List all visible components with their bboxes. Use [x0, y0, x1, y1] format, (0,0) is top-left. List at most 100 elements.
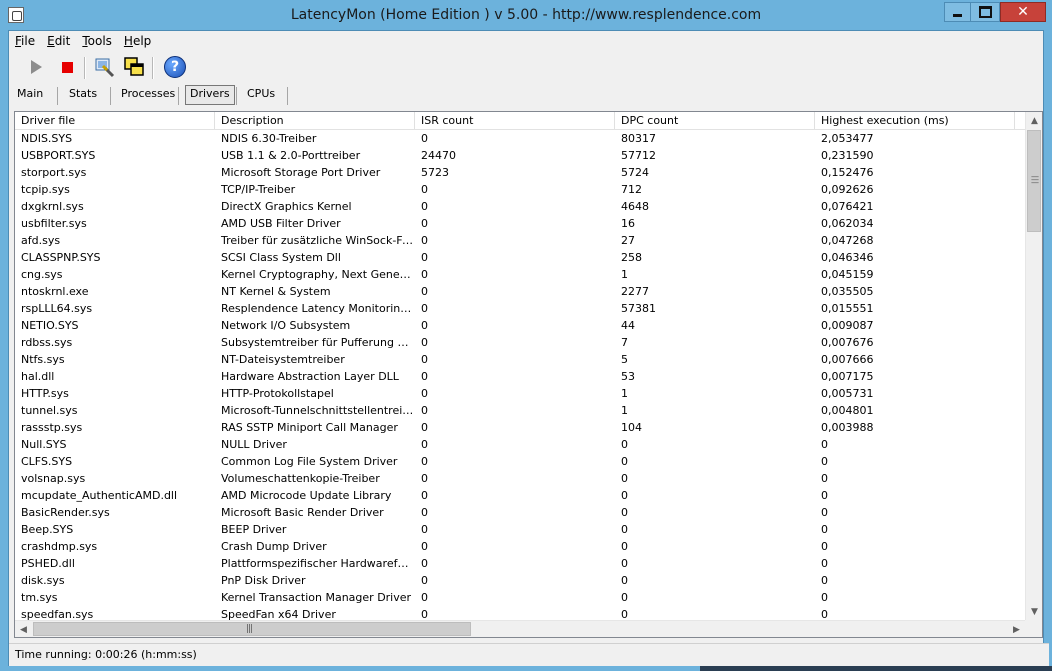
column-header-isr-count[interactable]: ISR count: [415, 112, 615, 129]
isr-count-cell: 0: [421, 234, 428, 247]
table-row[interactable]: NETIO.SYS Network I/O Subsystem 0 44 0,00908…: [15, 317, 1025, 334]
stop-button[interactable]: [55, 55, 79, 79]
scroll-down-icon[interactable]: ▼: [1026, 603, 1042, 620]
driver-file-cell: HTTP.sys: [21, 387, 69, 400]
table-row[interactable]: disk.sys PnP Disk Driver 0 0 0: [15, 572, 1025, 589]
table-row[interactable]: tunnel.sys Microsoft-Tunnelschnittstellen…: [15, 402, 1025, 419]
window-title: LatencyMon (Home Edition ) v 5.00 - http…: [290, 7, 762, 23]
dpc-count-cell: 5: [621, 353, 628, 366]
maximize-icon: [978, 6, 992, 18]
isr-count-cell: 0: [421, 319, 428, 332]
status-text: Time running: 0:00:26 (h:mm:ss): [15, 648, 197, 661]
table-row[interactable]: cng.sys Kernel Cryptography, Next Generat…: [15, 266, 1025, 283]
help-button[interactable]: ?: [163, 55, 187, 79]
tab-main[interactable]: Main: [13, 85, 47, 103]
isr-count-cell: 0: [421, 421, 428, 434]
menu-edit-label: dit: [54, 34, 71, 48]
tab-processes[interactable]: Processes: [117, 85, 179, 103]
menu-tools[interactable]: Tools: [76, 33, 118, 51]
description-cell: BEEP Driver: [221, 523, 287, 536]
windows-tool-button[interactable]: [122, 55, 146, 79]
table-row[interactable]: CLASSPNP.SYS SCSI Class System Dll 0 258 0,0…: [15, 249, 1025, 266]
table-row[interactable]: rspLLL64.sys Resplendence Latency Monitor…: [15, 300, 1025, 317]
table-row[interactable]: volsnap.sys Volumeschattenkopie-Treiber 0 0…: [15, 470, 1025, 487]
table-row[interactable]: afd.sys Treiber für zusätzliche WinSock-F…: [15, 232, 1025, 249]
driver-file-cell: CLFS.SYS: [21, 455, 73, 468]
table-row[interactable]: PSHED.dll Plattformspezifischer Hardwaref…: [15, 555, 1025, 572]
table-row[interactable]: Beep.SYS BEEP Driver 0 0 0: [15, 521, 1025, 538]
column-header-highest-execution[interactable]: Highest execution (ms): [815, 112, 1015, 129]
driver-tool-button[interactable]: [93, 55, 117, 79]
table-row[interactable]: crashdmp.sys Crash Dump Driver 0 0 0: [15, 538, 1025, 555]
table-row[interactable]: storport.sys Microsoft Storage Port Drive…: [15, 164, 1025, 181]
highest-execution-cell: 0: [821, 506, 828, 519]
table-row[interactable]: CLFS.SYS Common Log File System Driver 0 0 0: [15, 453, 1025, 470]
table-row[interactable]: Ntfs.sys NT-Dateisystemtreiber 0 5 0,007666: [15, 351, 1025, 368]
dpc-count-cell: 53: [621, 370, 635, 383]
scroll-left-icon[interactable]: ◀: [15, 621, 32, 637]
isr-count-cell: 0: [421, 506, 428, 519]
description-cell: NDIS 6.30-Treiber: [221, 132, 317, 145]
table-row[interactable]: tcpip.sys TCP/IP-Treiber 0 712 0,092626: [15, 181, 1025, 198]
menu-edit[interactable]: Edit: [41, 33, 76, 51]
minimize-button[interactable]: [944, 2, 971, 22]
table-row[interactable]: mcupdate_AuthenticAMD.dll AMD Microcode U…: [15, 487, 1025, 504]
tab-drivers[interactable]: Drivers: [185, 85, 235, 105]
tab-separator: [110, 87, 111, 105]
menu-help[interactable]: Help: [118, 33, 157, 51]
tab-stats[interactable]: Stats: [65, 85, 101, 103]
description-cell: Common Log File System Driver: [221, 455, 398, 468]
table-row[interactable]: Null.SYS NULL Driver 0 0 0: [15, 436, 1025, 453]
isr-count-cell: 0: [421, 268, 428, 281]
dpc-count-cell: 0: [621, 438, 628, 451]
vertical-scroll-thumb[interactable]: — — —: [1027, 130, 1041, 232]
isr-count-cell: 0: [421, 183, 428, 196]
table-row[interactable]: ntoskrnl.exe NT Kernel & System 0 2277 0,035…: [15, 283, 1025, 300]
isr-count-cell: 0: [421, 438, 428, 451]
driver-file-cell: tm.sys: [21, 591, 58, 604]
highest-execution-cell: 0,004801: [821, 404, 874, 417]
horizontal-scroll-thumb[interactable]: |||: [33, 622, 471, 636]
driver-file-cell: USBPORT.SYS: [21, 149, 96, 162]
table-row[interactable]: rdbss.sys Subsystemtreiber für Pufferung …: [15, 334, 1025, 351]
maximize-button[interactable]: [971, 2, 1000, 22]
table-row[interactable]: usbfilter.sys AMD USB Filter Driver 0 16 0,0…: [15, 215, 1025, 232]
highest-execution-cell: 0: [821, 540, 828, 553]
drivers-list[interactable]: Driver file Description ISR count DPC co…: [14, 111, 1043, 638]
driver-icon: [95, 58, 115, 78]
isr-count-cell: 0: [421, 387, 428, 400]
title-bar[interactable]: LatencyMon (Home Edition ) v 5.00 - http…: [0, 0, 1052, 30]
driver-file-cell: rdbss.sys: [21, 336, 73, 349]
table-row[interactable]: rassstp.sys RAS SSTP Miniport Call Manage…: [15, 419, 1025, 436]
close-button[interactable]: ✕: [1000, 2, 1046, 22]
dpc-count-cell: 0: [621, 523, 628, 536]
dpc-count-cell: 0: [621, 557, 628, 570]
column-header-driver-file[interactable]: Driver file: [15, 112, 215, 129]
scroll-up-icon[interactable]: ▲: [1026, 112, 1042, 129]
app-icon[interactable]: [8, 7, 24, 23]
scroll-right-icon[interactable]: ▶: [1008, 621, 1025, 637]
table-row[interactable]: tm.sys Kernel Transaction Manager Driver 0…: [15, 589, 1025, 606]
table-row[interactable]: USBPORT.SYS USB 1.1 & 2.0-Porttreiber 2447…: [15, 147, 1025, 164]
highest-execution-cell: 0,047268: [821, 234, 874, 247]
description-cell: Microsoft-Tunnelschnittstellentreiber: [221, 404, 415, 417]
column-header-description[interactable]: Description: [215, 112, 415, 129]
description-cell: NT-Dateisystemtreiber: [221, 353, 345, 366]
horizontal-scrollbar[interactable]: ◀ ||| ▶: [15, 620, 1025, 637]
driver-file-cell: volsnap.sys: [21, 472, 86, 485]
table-row[interactable]: hal.dll Hardware Abstraction Layer DLL 0 53…: [15, 368, 1025, 385]
column-header-dpc-count[interactable]: DPC count: [615, 112, 815, 129]
table-row[interactable]: HTTP.sys HTTP-Protokollstapel 0 1 0,005731: [15, 385, 1025, 402]
isr-count-cell: 0: [421, 455, 428, 468]
vertical-scrollbar[interactable]: ▲ — — — ▼: [1025, 112, 1042, 620]
tab-separator: [236, 87, 237, 105]
table-row[interactable]: dxgkrnl.sys DirectX Graphics Kernel 0 4648 0…: [15, 198, 1025, 215]
highest-execution-cell: 0,003988: [821, 421, 874, 434]
table-row[interactable]: NDIS.SYS NDIS 6.30-Treiber 0 80317 2,053477: [15, 130, 1025, 147]
tab-cpus[interactable]: CPUs: [243, 85, 279, 103]
grip-icon: |||: [246, 624, 253, 634]
driver-file-cell: hal.dll: [21, 370, 55, 383]
table-row[interactable]: BasicRender.sys Microsoft Basic Render Dr…: [15, 504, 1025, 521]
menu-file[interactable]: File: [9, 33, 41, 51]
start-button[interactable]: [24, 55, 48, 79]
